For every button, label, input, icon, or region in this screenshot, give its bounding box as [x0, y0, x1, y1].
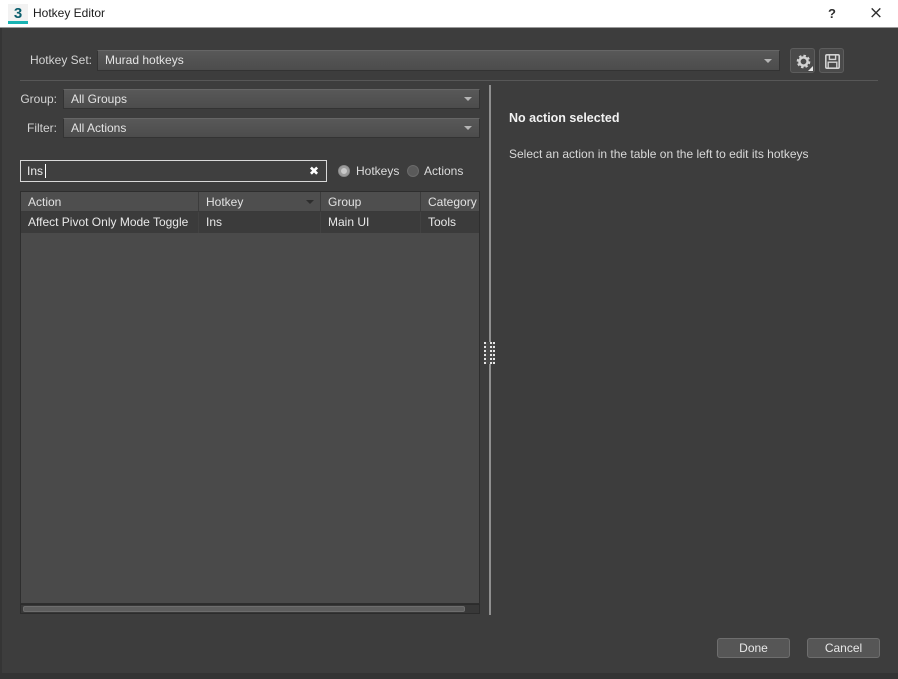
actions-table: Action Hotkey Group Category Affect Pivo… [20, 191, 480, 604]
filter-value: All Actions [71, 121, 127, 135]
search-input[interactable]: Ins ✖ [20, 160, 327, 182]
row-hotkey-cell: Ins [199, 212, 321, 233]
hotkey-set-settings-button[interactable] [790, 48, 815, 73]
radio-actions[interactable] [407, 165, 419, 177]
radio-hotkeys[interactable] [338, 165, 350, 177]
horizontal-scrollbar[interactable] [20, 604, 480, 614]
sort-filter-icon[interactable] [306, 200, 314, 204]
save-hotkey-set-button[interactable] [819, 48, 844, 73]
table-row[interactable]: Affect Pivot Only Mode Toggle Ins Main U… [21, 212, 479, 233]
flyout-indicator-icon [808, 66, 813, 71]
window-title: Hotkey Editor [33, 6, 106, 20]
cancel-button[interactable]: Cancel [807, 638, 880, 658]
close-icon[interactable]: × [860, 0, 892, 27]
column-header-group[interactable]: Group [321, 192, 421, 211]
titlebar: 3 Hotkey Editor ? × [0, 0, 898, 28]
hotkey-set-label: Hotkey Set: [29, 53, 92, 67]
chevron-down-icon [464, 126, 472, 130]
group-value: All Groups [71, 92, 128, 106]
row-group-cell: Main UI [321, 212, 421, 233]
detail-panel-message: Select an action in the table on the lef… [509, 147, 809, 161]
scrollbar-thumb[interactable] [23, 606, 465, 612]
search-value: Ins [27, 164, 44, 178]
row-action-cell: Affect Pivot Only Mode Toggle [21, 212, 199, 233]
hotkey-editor-dialog: 3 Hotkey Editor ? × Hotkey Set: Murad ho… [0, 0, 898, 679]
group-dropdown[interactable]: All Groups [63, 89, 480, 109]
hotkey-set-dropdown[interactable]: Murad hotkeys [97, 50, 780, 71]
help-button[interactable]: ? [818, 0, 846, 27]
column-header-hotkey[interactable]: Hotkey [199, 192, 321, 211]
divider [20, 80, 878, 81]
filter-label: Filter: [27, 121, 57, 135]
chevron-down-icon [464, 97, 472, 101]
done-button[interactable]: Done [717, 638, 790, 658]
chevron-down-icon [764, 59, 772, 63]
column-header-action[interactable]: Action [21, 192, 199, 211]
table-header-row: Action Hotkey Group Category [21, 192, 479, 212]
radio-hotkeys-label[interactable]: Hotkeys [356, 160, 399, 182]
filter-dropdown[interactable]: All Actions [63, 118, 480, 138]
dialog-bottom-edge [0, 673, 898, 679]
clear-search-icon[interactable]: ✖ [305, 162, 323, 180]
splitter-grip-handle[interactable] [484, 342, 495, 364]
row-category-cell: Tools [428, 215, 457, 229]
group-label: Group: [20, 92, 57, 106]
text-caret [45, 164, 46, 178]
detail-panel-title: No action selected [509, 111, 620, 125]
column-header-category[interactable]: Category [421, 192, 479, 211]
hotkey-set-value: Murad hotkeys [105, 53, 184, 67]
radio-actions-label[interactable]: Actions [424, 160, 463, 182]
app-icon-3dsmax: 3 [8, 4, 28, 24]
